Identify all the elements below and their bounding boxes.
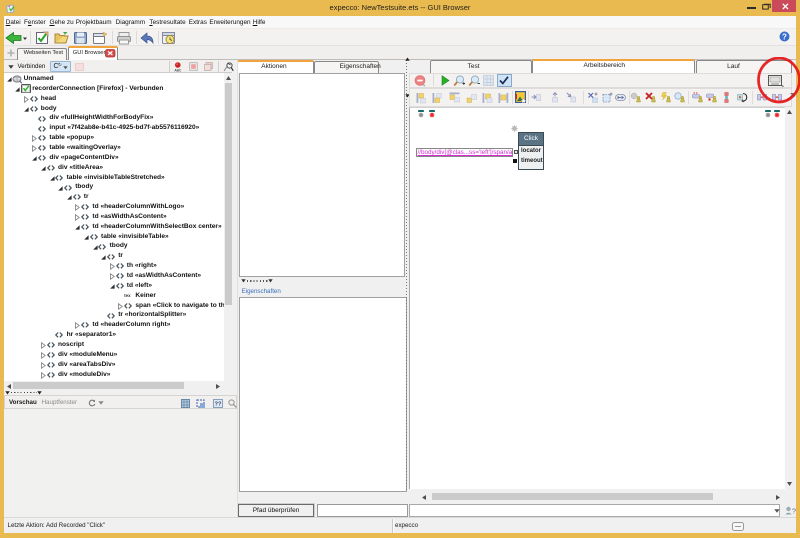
svg-text:?: ?	[792, 509, 796, 516]
svg-text:??: ??	[215, 402, 222, 408]
svg-text:ABC: ABC	[174, 68, 182, 72]
svg-text:?: ?	[782, 33, 787, 42]
